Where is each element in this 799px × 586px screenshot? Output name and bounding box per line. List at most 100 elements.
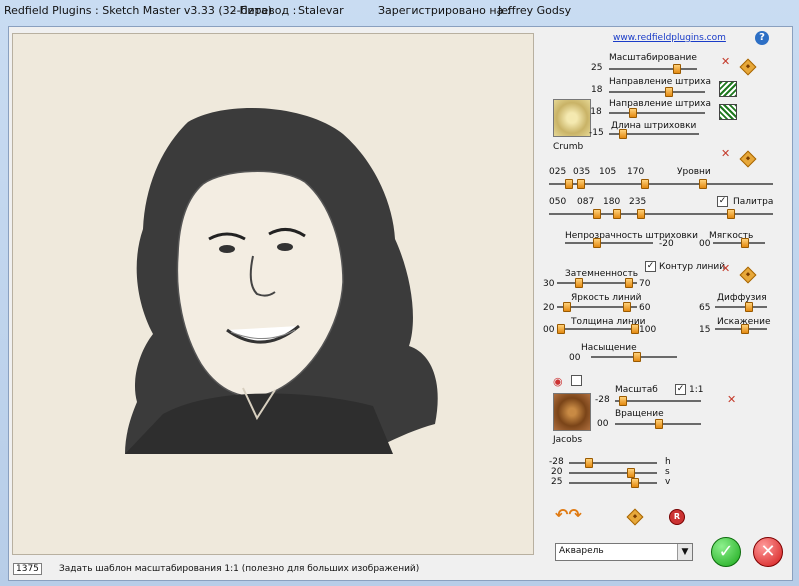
line-brightness-thumb-max[interactable] <box>623 302 631 312</box>
palette-label: Палитра <box>733 197 774 207</box>
one-to-one-label: 1:1 <box>689 385 704 395</box>
distortion-thumb[interactable] <box>741 324 749 334</box>
line-contour-checkbox[interactable]: ✓ <box>645 261 656 272</box>
hatch-length-thumb[interactable] <box>619 129 627 139</box>
texture-crumb-swatch[interactable] <box>553 99 591 137</box>
preview-canvas[interactable] <box>12 33 534 555</box>
stroke-dir1-thumb[interactable] <box>665 87 673 97</box>
hatch-opacity-value: -20 <box>659 239 674 249</box>
reset-texture-x-icon[interactable]: ✕ <box>727 393 736 406</box>
darkness-thumb-max[interactable] <box>625 278 633 288</box>
softness-thumb[interactable] <box>741 238 749 248</box>
texture-enable-checkbox[interactable] <box>571 375 582 386</box>
preset-selected: Акварель <box>559 546 604 556</box>
stroke-dir1-value: 18 <box>591 85 603 95</box>
stroke-dir1-label: Направление штриха <box>609 77 712 87</box>
darkness-min: 30 <box>543 279 555 289</box>
undo-redo-arrows-icon[interactable]: ↶↷ <box>555 505 585 524</box>
levels-bottom-1: 087 <box>577 197 595 207</box>
texture-scale-slider[interactable] <box>615 400 701 402</box>
line-width-thumb-max[interactable] <box>631 324 639 334</box>
distortion-value: 15 <box>699 325 711 335</box>
levels-bottom-3: 235 <box>629 197 647 207</box>
line-brightness-max: 60 <box>639 303 651 313</box>
randomize-levels-icon[interactable] <box>739 150 757 168</box>
eye-icon[interactable]: ◉ <box>553 375 565 388</box>
diffusion-thumb[interactable] <box>745 302 753 312</box>
stroke-dir2-slider[interactable] <box>609 112 705 114</box>
reset-levels-x-icon[interactable]: ✕ <box>721 147 730 160</box>
registered-label: Зарегистрировано на : <box>378 4 511 17</box>
line-brightness-label: Яркость линий <box>571 293 642 303</box>
stroke-dir1-icon[interactable] <box>719 81 737 97</box>
s-thumb[interactable] <box>627 468 635 478</box>
reset-all-button[interactable]: R <box>669 509 685 525</box>
diffusion-slider[interactable] <box>715 306 767 308</box>
texture-jacobs-swatch[interactable] <box>553 393 591 431</box>
website-link[interactable]: www.redfieldplugins.com <box>613 33 726 43</box>
levels-bottom-2: 180 <box>603 197 621 207</box>
rotation-thumb[interactable] <box>655 419 663 429</box>
saturation-thumb[interactable] <box>633 352 641 362</box>
hatch-opacity-slider[interactable] <box>565 242 653 244</box>
line-width-max: 100 <box>639 325 657 335</box>
line-width-slider[interactable] <box>557 328 637 330</box>
hatch-opacity-thumb[interactable] <box>593 238 601 248</box>
levels-thumb-f[interactable] <box>613 209 621 219</box>
levels-thumb-b[interactable] <box>577 179 585 189</box>
levels-thumb-g[interactable] <box>637 209 645 219</box>
line-width-min: 00 <box>543 325 555 335</box>
levels-top-1: 035 <box>573 167 591 177</box>
title-bar: Redfield Plugins : Sketch Master v3.33 (… <box>0 0 799 22</box>
rotation-value: 00 <box>597 419 609 429</box>
h-thumb[interactable] <box>585 458 593 468</box>
levels-thumb-d[interactable] <box>699 179 707 189</box>
reset-stroke-x-icon[interactable]: ✕ <box>721 55 730 68</box>
diffusion-label: Диффузия <box>717 293 767 303</box>
stroke-dir2-icon[interactable] <box>719 104 737 120</box>
stroke-dir1-slider[interactable] <box>609 91 705 93</box>
scale-slider-thumb[interactable] <box>673 64 681 74</box>
levels-bottom-slider[interactable] <box>549 213 773 215</box>
reset-lines-x-icon[interactable]: ✕ <box>721 262 730 275</box>
levels-thumb-a[interactable] <box>565 179 573 189</box>
randomize-stroke-icon[interactable] <box>739 58 757 76</box>
texture-scale-label: Масштаб <box>615 385 658 395</box>
scale-slider[interactable] <box>609 68 697 70</box>
stroke-dir2-thumb[interactable] <box>629 108 637 118</box>
rotation-label: Вращение <box>615 409 664 419</box>
registered-name: Jeffrey Godsy <box>498 4 572 17</box>
s-slider[interactable] <box>569 472 657 474</box>
levels-thumb-c[interactable] <box>641 179 649 189</box>
help-icon[interactable]: ? <box>755 31 769 45</box>
preset-dropdown[interactable]: Акварель ▼ <box>555 543 693 561</box>
line-width-thumb-min[interactable] <box>557 324 565 334</box>
softness-slider[interactable] <box>713 242 765 244</box>
levels-thumb-e[interactable] <box>593 209 601 219</box>
v-slider[interactable] <box>569 482 657 484</box>
line-contour-label: Контур линий <box>659 262 726 272</box>
sketch-preview-image <box>125 108 438 455</box>
levels-thumb-h[interactable] <box>727 209 735 219</box>
s-label: s <box>665 467 670 477</box>
scale-value: 25 <box>591 63 603 73</box>
line-brightness-thumb-min[interactable] <box>563 302 571 312</box>
client-area: www.redfieldplugins.com ? Масштабировани… <box>8 26 793 581</box>
h-slider[interactable] <box>569 462 657 464</box>
darkness-thumb-min[interactable] <box>575 278 583 288</box>
randomize-lines-icon[interactable] <box>739 266 757 284</box>
one-to-one-checkbox[interactable]: ✓ <box>675 384 686 395</box>
texture-scale-thumb[interactable] <box>619 396 627 406</box>
stroke-dir2-label: Направление штриха <box>609 99 712 109</box>
v-label: v <box>665 477 671 487</box>
texture-jacobs-name: Jacobs <box>553 435 583 445</box>
levels-bottom-0: 050 <box>549 197 567 207</box>
translator-name: Stalevar <box>298 4 344 17</box>
randomize-all-icon[interactable] <box>626 508 644 526</box>
chevron-down-icon[interactable]: ▼ <box>677 544 692 560</box>
palette-checkbox[interactable]: ✓ <box>717 196 728 207</box>
v-thumb[interactable] <box>631 478 639 488</box>
darkness-max: 70 <box>639 279 651 289</box>
h-value: -28 <box>549 457 564 467</box>
diffusion-value: 65 <box>699 303 711 313</box>
